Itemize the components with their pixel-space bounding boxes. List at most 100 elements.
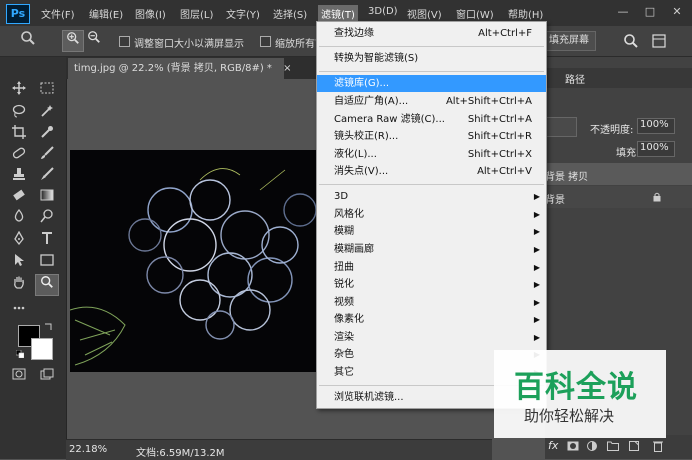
eyedropper-tool[interactable] — [36, 125, 58, 145]
gradient-tool[interactable] — [36, 188, 58, 208]
document-size-info: 文档:6.59M/13.2M — [136, 448, 225, 459]
close-tab-icon[interactable]: × — [283, 63, 291, 74]
opacity-input[interactable]: 100% — [637, 118, 675, 134]
clone-stamp-tool[interactable] — [8, 167, 30, 187]
fill-input[interactable]: 100% — [637, 141, 675, 157]
folder-icon[interactable] — [607, 441, 619, 451]
marquee-tool[interactable] — [36, 81, 58, 101]
brush-tool[interactable] — [36, 146, 58, 166]
layer-row[interactable]: 背景 拷贝 — [545, 163, 692, 185]
trash-icon[interactable] — [653, 440, 663, 452]
fx-icon[interactable]: fx — [548, 439, 558, 452]
fill-screen-button[interactable]: 填充屏幕 — [542, 31, 596, 51]
healing-brush-tool[interactable] — [8, 146, 30, 166]
menu-edit[interactable]: 编辑(E) — [89, 6, 123, 21]
rectangle-icon — [40, 254, 54, 266]
lasso-tool[interactable] — [8, 104, 30, 124]
type-tool[interactable] — [36, 231, 58, 251]
move-tool[interactable] — [8, 81, 30, 101]
quick-mask-button[interactable] — [8, 367, 30, 387]
path-selection-tool[interactable] — [8, 253, 30, 273]
menu-item-camera-raw[interactable]: Camera Raw 滤镜(C)... Shift+Ctrl+A — [317, 111, 546, 128]
dodge-tool[interactable] — [36, 209, 58, 229]
rectangle-tool[interactable] — [36, 253, 58, 273]
menu-item-pixelate[interactable]: 像素化 ▶ — [317, 311, 546, 328]
menu-item-3d[interactable]: 3D ▶ — [317, 188, 546, 205]
menu-item-lens-correction[interactable]: 镜头校正(R)... Shift+Ctrl+R — [317, 128, 546, 145]
more-tools[interactable] — [8, 298, 30, 318]
zoom-level[interactable]: 22.18% — [69, 444, 107, 455]
submenu-arrow-icon: ▶ — [533, 333, 540, 342]
menu-item-convert-smart-filter[interactable]: 转换为智能滤镜(S) — [317, 50, 546, 67]
screen-mode-button[interactable] — [36, 367, 58, 387]
mask-icon[interactable] — [567, 441, 579, 451]
document-tab[interactable]: timg.jpg @ 22.2% (背景 拷贝, RGB/8#) * × — [68, 58, 292, 79]
blend-mode-select[interactable] — [545, 117, 577, 137]
search-icon — [624, 34, 638, 48]
resize-windows-label: 调整窗口大小以满屏显示 — [134, 39, 244, 50]
menu-item-adaptive-wide-angle[interactable]: 自适应广角(A)... Alt+Shift+Ctrl+A — [317, 93, 546, 110]
history-brush-tool[interactable] — [36, 167, 58, 187]
menu-type[interactable]: 文字(Y) — [226, 6, 260, 21]
menu-item-blur-gallery[interactable]: 模糊画廊 ▶ — [317, 241, 546, 258]
eyedropper-icon — [41, 126, 53, 138]
menu-item-render[interactable]: 渲染 ▶ — [317, 329, 546, 346]
fill-label: 填充: — [616, 148, 640, 159]
zoom-in-button[interactable] — [62, 30, 84, 52]
workspace-icon — [652, 34, 666, 48]
restore-button[interactable]: □ — [641, 5, 659, 19]
magic-wand-tool[interactable] — [36, 104, 58, 124]
swap-colors-button[interactable] — [43, 322, 53, 335]
menu-item-sharpen[interactable]: 锐化 ▶ — [317, 276, 546, 293]
menu-help[interactable]: 帮助(H) — [508, 6, 543, 21]
pen-icon — [14, 230, 24, 246]
close-button[interactable]: ✕ — [668, 5, 686, 19]
blur-tool[interactable] — [8, 208, 30, 229]
new-layer-icon[interactable] — [629, 441, 639, 451]
move-icon — [12, 81, 26, 95]
default-colors-button[interactable] — [15, 349, 25, 361]
minimize-button[interactable]: — — [614, 5, 632, 19]
type-icon — [42, 232, 52, 244]
submenu-arrow-icon: ▶ — [533, 210, 540, 219]
zoom-all-checkbox[interactable] — [260, 36, 271, 47]
menu-item-blur[interactable]: 模糊 ▶ — [317, 223, 546, 240]
zoom-out-button[interactable] — [84, 30, 104, 50]
menu-select[interactable]: 选择(S) — [273, 6, 307, 21]
workspace-button[interactable] — [652, 34, 666, 51]
menu-image[interactable]: 图像(I) — [135, 6, 166, 21]
menu-item-vanishing-point[interactable]: 消失点(V)... Alt+Ctrl+V — [317, 163, 546, 180]
watermark: 百科全说 助你轻松解决 — [494, 350, 666, 438]
menu-item-find-edges[interactable]: 查找边缘 Alt+Ctrl+F — [317, 25, 546, 42]
menu-view[interactable]: 视图(V) — [407, 6, 442, 21]
menu-file[interactable]: 文件(F) — [41, 6, 75, 21]
eraser-tool[interactable] — [8, 188, 30, 208]
menu-filter[interactable]: 滤镜(T) — [318, 5, 358, 22]
hand-tool[interactable] — [8, 275, 30, 295]
crop-tool[interactable] — [8, 125, 30, 145]
menu-item-stylize[interactable]: 风格化 ▶ — [317, 206, 546, 223]
search-button[interactable] — [623, 33, 639, 52]
layer-row[interactable]: 背景 — [545, 186, 692, 208]
status-bar: 22.18% 文档:6.59M/13.2M — [66, 439, 492, 460]
menu-item-liquify[interactable]: 液化(L)... Shift+Ctrl+X — [317, 146, 546, 163]
menu-3d[interactable]: 3D(D) — [368, 6, 398, 17]
history-brush-icon — [41, 167, 54, 180]
zoom-in-icon — [67, 32, 79, 44]
pen-tool[interactable] — [8, 230, 30, 251]
edge-filtered-photo — [70, 150, 330, 372]
menu-layer[interactable]: 图层(L) — [180, 6, 213, 21]
layers-panel-footer: fx — [545, 435, 692, 459]
zoom-tool[interactable] — [35, 274, 59, 296]
crop-icon — [12, 125, 26, 139]
menu-item-video[interactable]: 视频 ▶ — [317, 294, 546, 311]
menu-item-filter-gallery[interactable]: 滤镜库(G)... — [317, 75, 546, 92]
resize-windows-checkbox[interactable] — [119, 36, 130, 47]
menu-window[interactable]: 窗口(W) — [456, 6, 494, 21]
background-color-swatch[interactable] — [31, 338, 53, 360]
menu-item-distort[interactable]: 扭曲 ▶ — [317, 259, 546, 276]
document-canvas[interactable] — [70, 150, 330, 372]
tab-paths[interactable]: 路径 — [565, 71, 585, 86]
zoom-tool-preset[interactable] — [18, 30, 38, 50]
adjustment-icon[interactable] — [587, 441, 597, 451]
